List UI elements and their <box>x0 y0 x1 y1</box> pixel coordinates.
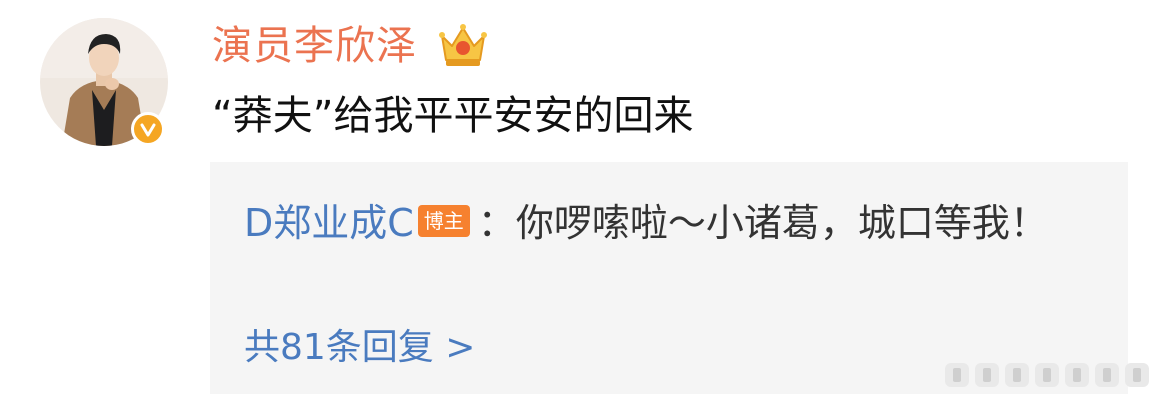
post-text: “莽夫”给我平平安安的回来 <box>212 93 694 139</box>
post-author[interactable]: 演员李欣泽 <box>212 22 417 70</box>
crown-icon <box>438 22 488 72</box>
reply-content: D郑业成C 博主 ：你啰嗦啦～小诸葛，城口等我！ <box>244 190 1064 256</box>
reply-text: 你啰嗦啦～小诸葛，城口等我！ <box>515 201 1048 245</box>
reply-username[interactable]: D郑业成C <box>244 201 414 245</box>
reply-box[interactable]: D郑业成C 博主 ：你啰嗦啦～小诸葛，城口等我！ 共81条回复 > <box>210 162 1128 394</box>
weibo-watermark <box>945 362 1163 388</box>
verified-icon <box>131 112 165 146</box>
reply-separator: ： <box>477 201 516 245</box>
more-replies-link[interactable]: 共81条回复 > <box>244 324 475 372</box>
author-badge: 博主 <box>417 205 470 237</box>
